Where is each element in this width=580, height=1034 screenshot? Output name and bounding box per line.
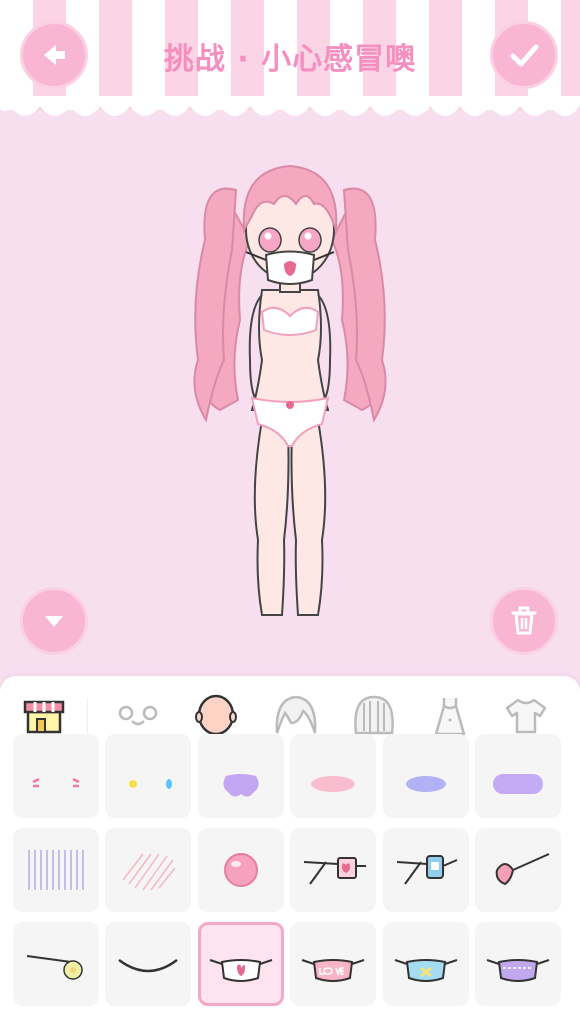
hair-front-icon xyxy=(275,695,317,734)
face-icon xyxy=(118,705,158,726)
confirm-button[interactable] xyxy=(490,21,558,89)
page-title: 挑战 · 小心感冒噢 xyxy=(163,42,417,77)
list-item[interactable] xyxy=(383,922,469,1006)
list-item[interactable] xyxy=(383,734,469,818)
pink-patch-mask-icon xyxy=(303,857,366,885)
list-item[interactable] xyxy=(198,828,284,912)
list-item[interactable] xyxy=(383,828,469,912)
list-item[interactable] xyxy=(475,734,561,818)
list-item[interactable] xyxy=(13,922,99,1006)
awning-scallop xyxy=(0,96,580,116)
sparkle-tears-icon xyxy=(129,779,172,789)
white-mask-icon xyxy=(209,959,273,982)
chevron-down-icon xyxy=(45,616,63,627)
list-item[interactable] xyxy=(13,828,99,912)
list-item[interactable] xyxy=(13,734,99,818)
string-icon xyxy=(118,959,178,973)
list-item[interactable] xyxy=(475,828,561,912)
list-item[interactable] xyxy=(290,734,376,818)
heart-pin-icon xyxy=(495,853,550,886)
shirt-icon xyxy=(505,698,547,734)
dress-icon xyxy=(434,698,466,736)
list-item-selected[interactable] xyxy=(198,922,284,1006)
love-mask-icon xyxy=(301,959,365,982)
list-item[interactable] xyxy=(105,922,191,1006)
list-item[interactable] xyxy=(198,734,284,818)
hair-back-icon xyxy=(354,695,394,735)
list-item[interactable] xyxy=(290,922,376,1006)
tab-divider xyxy=(87,698,88,734)
trash-icon xyxy=(511,606,537,635)
yellow-flower-pin-icon xyxy=(26,955,83,980)
pink-hatch-icon xyxy=(122,853,176,891)
delete-button[interactable] xyxy=(490,587,558,655)
list-item[interactable] xyxy=(105,734,191,818)
purple-blush-icon xyxy=(493,774,543,794)
purple-mask-icon xyxy=(486,959,550,982)
blue-blush-icon xyxy=(406,776,446,792)
shop-icon xyxy=(23,700,65,734)
blush-marks-icon xyxy=(32,777,80,788)
list-item[interactable] xyxy=(475,922,561,1006)
customization-panel xyxy=(0,676,580,1034)
blue-mask-icon xyxy=(394,959,458,982)
back-arrow-icon xyxy=(44,45,65,65)
checkmark-icon xyxy=(510,44,539,67)
list-item[interactable] xyxy=(105,828,191,912)
head-icon xyxy=(195,694,237,736)
blue-patch-mask-icon xyxy=(396,855,458,885)
pink-blush-icon xyxy=(311,776,355,792)
list-item[interactable] xyxy=(290,828,376,912)
back-button[interactable] xyxy=(20,21,88,89)
collapse-button[interactable] xyxy=(20,587,88,655)
item-grid xyxy=(0,734,580,1034)
purple-lines-icon xyxy=(28,850,84,890)
purple-puff-icon xyxy=(223,774,259,797)
pink-ball-icon xyxy=(224,853,258,887)
